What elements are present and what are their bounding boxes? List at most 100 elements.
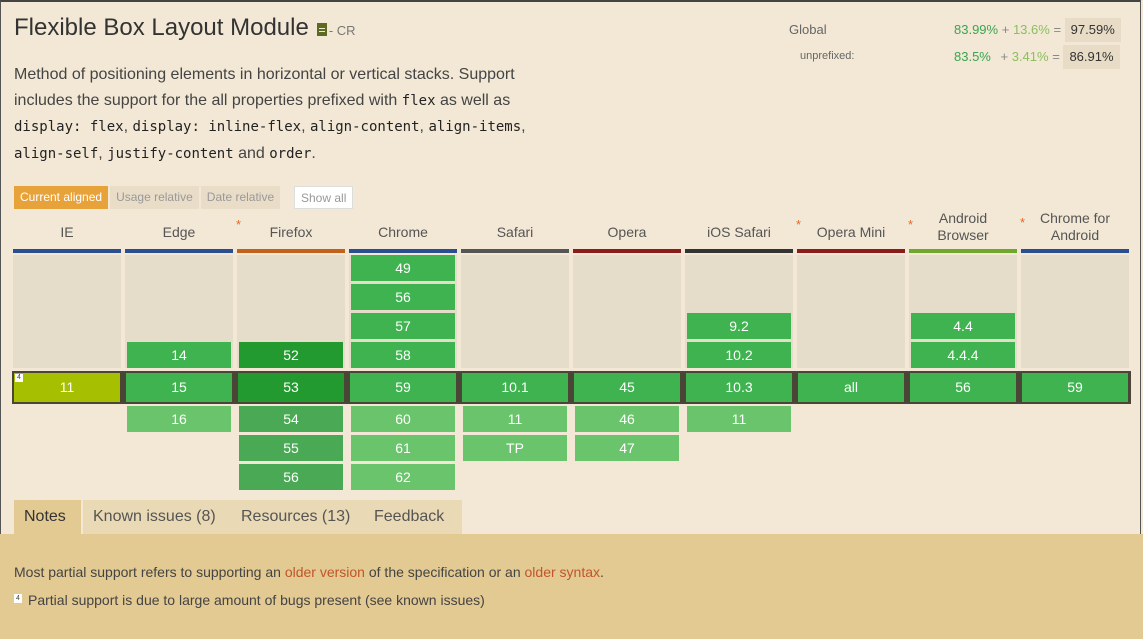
- version-cell-current[interactable]: all: [798, 373, 904, 402]
- version-cell-current[interactable]: 59: [1022, 373, 1128, 402]
- version-cell-future[interactable]: 16: [127, 406, 231, 432]
- browser-color-bar: [13, 249, 121, 253]
- global-label: Global: [789, 22, 827, 37]
- tab-notes[interactable]: Notes: [14, 500, 81, 534]
- browser-header-ie: IE: [13, 224, 121, 241]
- browser-header-safari: Safari: [461, 224, 569, 241]
- usage-relative-button[interactable]: Usage relative: [110, 186, 199, 209]
- version-cell-future[interactable]: 62: [351, 464, 455, 490]
- date-relative-button[interactable]: Date relative: [200, 186, 281, 209]
- note-line-2: 4 Partial support is due to large amount …: [14, 592, 485, 608]
- version-cell-current[interactable]: 10.1: [462, 373, 568, 402]
- browser-color-bar: [909, 249, 1017, 253]
- note-text: Most partial support refers to supportin…: [14, 564, 281, 580]
- feature-title: Flexible Box Layout Module: [14, 14, 309, 41]
- browser-name: Browser: [937, 227, 989, 243]
- version-cell-past[interactable]: 49: [351, 255, 455, 281]
- browser-header-firefox: Firefox: [237, 224, 345, 241]
- page-title: Flexible Box Layout Module - CR: [14, 14, 356, 42]
- global-total: 97.59%: [1064, 18, 1121, 42]
- version-cell-past[interactable]: 52: [239, 342, 343, 368]
- browser-name: iOS Safari: [707, 224, 771, 240]
- feature-description: Method of positioning elements in horizo…: [14, 62, 534, 167]
- plus-sign: +: [1000, 49, 1009, 64]
- browser-name: Safari: [496, 224, 534, 240]
- version-cell-past[interactable]: 10.2: [687, 342, 791, 368]
- code-align-items: align-items: [428, 119, 522, 135]
- global-partial: 13.6%: [1012, 22, 1050, 37]
- spec-status[interactable]: - CR: [329, 23, 356, 38]
- unprefixed-label: unprefixed:: [800, 50, 855, 62]
- equals-sign: =: [1052, 49, 1060, 64]
- version-column-background: [573, 255, 681, 368]
- version-cell-past[interactable]: 9.2: [687, 313, 791, 339]
- version-cell-current[interactable]: 59: [350, 373, 456, 402]
- version-cell-future[interactable]: 61: [351, 435, 455, 461]
- unprefixed-partial: 3.41%: [1011, 49, 1049, 64]
- version-cell-future[interactable]: 11: [687, 406, 791, 432]
- version-cell-future[interactable]: 47: [575, 435, 679, 461]
- version-column-background: [461, 255, 569, 368]
- version-cell-future[interactable]: 60: [351, 406, 455, 432]
- browser-header-ios-safari: iOS Safari *: [685, 217, 801, 241]
- comma: ,: [98, 144, 103, 162]
- version-cell-future[interactable]: 56: [239, 464, 343, 490]
- version-cell-past[interactable]: 4.4: [911, 313, 1015, 339]
- version-cell-future[interactable]: 54: [239, 406, 343, 432]
- browser-color-bar: [685, 249, 793, 253]
- version-cell-current[interactable]: 56: [910, 373, 1016, 402]
- browser-name: Android: [1050, 227, 1100, 243]
- notes-panel: Most partial support refers to supportin…: [0, 534, 1143, 639]
- code-align-self: align-self: [14, 145, 99, 162]
- version-cell-current[interactable]: 45: [574, 373, 680, 402]
- version-cell-past[interactable]: 57: [351, 313, 455, 339]
- code-align-content: align-content: [309, 119, 420, 135]
- version-column-background: [13, 255, 121, 368]
- tab-feedback[interactable]: Feedback: [364, 500, 462, 534]
- footnote-text: Partial support is due to large amount o…: [28, 592, 485, 608]
- version-cell-future[interactable]: TP: [463, 435, 567, 461]
- version-column-background: [797, 255, 905, 368]
- version-cell-past[interactable]: 14: [127, 342, 231, 368]
- period: .: [311, 144, 316, 162]
- tab-known-issues[interactable]: Known issues (8): [83, 500, 233, 534]
- browser-name: Firefox: [269, 224, 313, 240]
- tab-resources[interactable]: Resources (13): [231, 500, 366, 534]
- version-cell-future[interactable]: 55: [239, 435, 343, 461]
- code-flex: flex: [401, 92, 436, 109]
- code-order: order: [269, 145, 312, 162]
- show-all-button[interactable]: Show all: [294, 186, 354, 209]
- older-version-link[interactable]: older version: [285, 564, 365, 580]
- version-column-background: [1021, 255, 1129, 368]
- browser-color-bar: [125, 249, 233, 253]
- unprefixed-values[interactable]: 83.5% + 3.41% = 86.91%: [954, 45, 1120, 69]
- comma: ,: [521, 118, 526, 135]
- version-cell-current[interactable]: 53: [238, 373, 344, 402]
- note-marker-icon: 4: [15, 374, 23, 382]
- note-text: of the specification or an: [368, 564, 521, 580]
- code-display-flex: display: flex: [14, 119, 124, 135]
- version-cell-current[interactable]: 11 4: [14, 373, 120, 402]
- version-cell-past[interactable]: 4.4.4: [911, 342, 1015, 368]
- older-syntax-link[interactable]: older syntax: [525, 564, 600, 580]
- browser-header-opera: Opera: [573, 224, 681, 241]
- browser-color-bar: [461, 249, 569, 253]
- comma: ,: [123, 118, 129, 135]
- version-cell-current[interactable]: 15: [126, 373, 232, 402]
- version-cell-future[interactable]: 46: [575, 406, 679, 432]
- browser-header-edge: Edge *: [125, 217, 241, 241]
- description-and: and: [238, 144, 265, 162]
- version-cell-past[interactable]: 58: [351, 342, 455, 368]
- browser-color-bar: [1021, 249, 1129, 253]
- unprefixed-total: 86.91%: [1063, 45, 1120, 69]
- browser-name: Android: [938, 210, 988, 226]
- version-cell-current[interactable]: 10.3: [686, 373, 792, 402]
- global-values[interactable]: 83.99% + 13.6% = 97.59%: [954, 18, 1121, 42]
- document-icon[interactable]: [316, 23, 327, 36]
- browser-name: Opera: [607, 224, 647, 240]
- note-line-1: Most partial support refers to supportin…: [14, 564, 604, 580]
- version-cell-past[interactable]: 56: [351, 284, 455, 310]
- current-aligned-button[interactable]: Current aligned: [14, 186, 109, 209]
- equals-sign: =: [1053, 22, 1062, 37]
- version-cell-future[interactable]: 11: [463, 406, 567, 432]
